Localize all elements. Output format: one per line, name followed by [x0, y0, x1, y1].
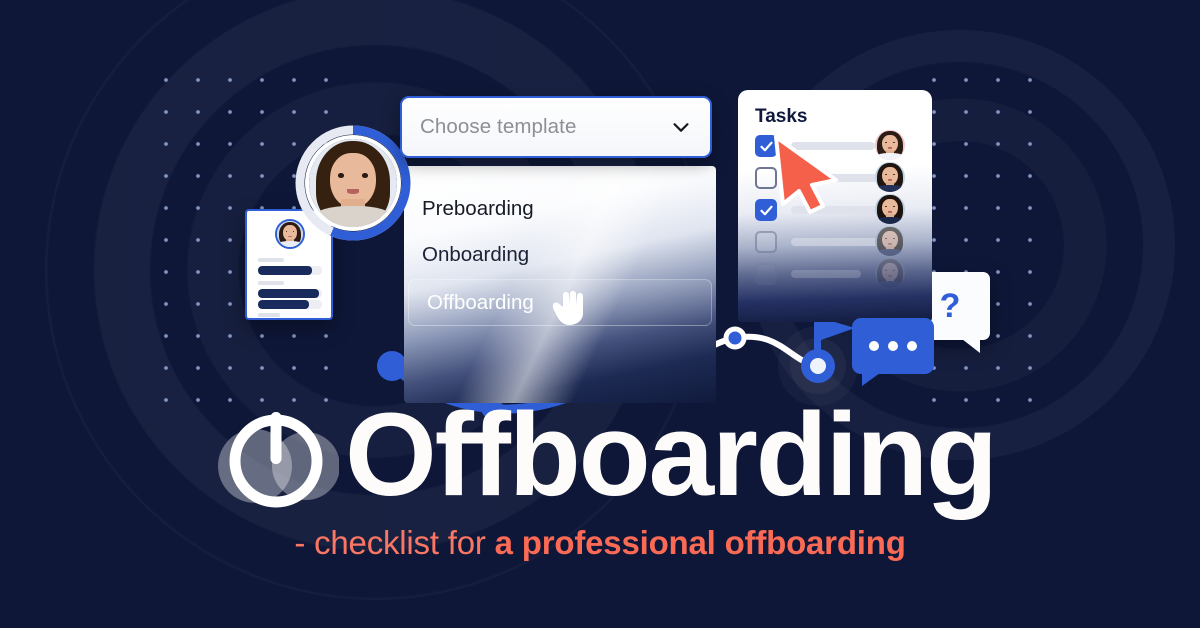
task-assignee-avatar[interactable] [875, 226, 905, 256]
template-dropdown[interactable]: Preboarding Onboarding Offboarding [404, 166, 716, 403]
pointing-hand-cursor [552, 291, 583, 325]
task-assignee-avatar[interactable] [875, 194, 905, 224]
tasks-title: Tasks [755, 106, 808, 127]
chat-bubble [852, 318, 934, 386]
subtitle-emphasis: a professional offboarding [494, 524, 906, 561]
dropdown-option-onboarding[interactable]: Onboarding [404, 233, 716, 276]
task-row[interactable] [755, 194, 915, 224]
task-label-placeholder [791, 238, 883, 246]
task-row[interactable] [755, 162, 915, 192]
checkbox-checked-icon[interactable] [755, 135, 777, 157]
question-mark-icon: ? [939, 287, 961, 325]
dropdown-option-preboarding[interactable]: Preboarding [404, 187, 716, 230]
checkbox-unchecked-icon[interactable] [755, 231, 777, 253]
task-row[interactable] [755, 226, 915, 256]
checkbox-checked-icon[interactable] [755, 199, 777, 221]
poster-canvas: Tasks ? Preboarding Onboarding Offboardi… [0, 0, 1200, 628]
power-button-logo-icon [213, 404, 340, 514]
page-title: Offboarding [345, 389, 998, 521]
task-row[interactable] [755, 258, 915, 288]
task-label-placeholder [791, 270, 861, 278]
task-row[interactable] [755, 130, 915, 160]
checkbox-unchecked-icon[interactable] [755, 263, 777, 285]
dropdown-option-label: Offboarding [427, 290, 534, 314]
dropdown-option-label: Onboarding [422, 242, 530, 266]
chat-dot-icon [907, 341, 917, 351]
dropdown-option-label: Preboarding [422, 196, 534, 220]
dropdown-option-offboarding[interactable]: Offboarding [408, 279, 712, 326]
profile-photo [305, 135, 401, 231]
select-placeholder: Choose template [420, 115, 577, 138]
task-assignee-avatar[interactable] [875, 258, 905, 288]
chat-dot-icon [888, 341, 898, 351]
page-subtitle: - checklist for a professional offboardi… [0, 524, 1200, 562]
employee-profile-avatar [294, 124, 412, 242]
tasks-panel: Tasks [738, 90, 932, 322]
template-select[interactable]: Choose template [400, 96, 712, 158]
subtitle-prefix: - checklist for [294, 524, 495, 561]
task-label-placeholder [791, 142, 875, 150]
task-assignee-avatar[interactable] [875, 162, 905, 192]
task-assignee-avatar[interactable] [875, 130, 905, 160]
chevron-down-icon[interactable] [670, 116, 692, 138]
chat-dot-icon [869, 341, 879, 351]
checkbox-unchecked-icon[interactable] [755, 167, 777, 189]
